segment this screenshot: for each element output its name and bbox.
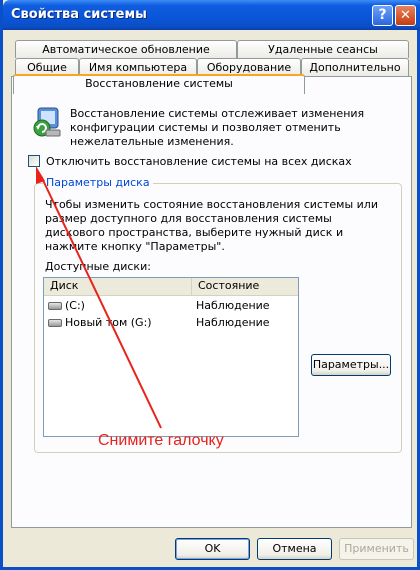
column-header-status[interactable]: Состояние [192, 278, 298, 295]
available-disks-label: Доступные диски: [45, 260, 151, 273]
ok-button[interactable]: OK [175, 538, 250, 560]
disk-settings-legend: Параметры диска [43, 176, 153, 189]
disk-name: Новый том (G:) [65, 316, 152, 329]
help-button[interactable]: ? [372, 5, 393, 26]
tab-label: Удаленные сеансы [268, 43, 378, 56]
column-header-disk[interactable]: Диск [44, 278, 192, 295]
disk-name: (C:) [65, 299, 85, 312]
hard-drive-icon [48, 302, 62, 310]
window-title: Свойства системы [11, 7, 147, 22]
system-properties-window: Свойства системы ? ✕ Автоматическое обно… [0, 0, 420, 570]
annotation-text: Снимите галочку [98, 432, 224, 449]
disk-status: Наблюдение [196, 316, 270, 329]
system-restore-icon [33, 107, 61, 137]
disks-list[interactable]: Диск Состояние (C:) Наблюдение Новый том… [43, 277, 299, 437]
disable-restore-checkbox-label[interactable]: Отключить восстановление системы на всех… [46, 155, 352, 168]
tab-label: Имя компьютера [88, 61, 188, 74]
close-button[interactable]: ✕ [395, 5, 416, 26]
close-icon: ✕ [400, 8, 411, 23]
tab-label: Общие [27, 61, 67, 74]
tab-automatic-updates[interactable]: Автоматическое обновление [15, 40, 237, 58]
list-item[interactable]: Новый том (G:) Наблюдение [44, 315, 298, 331]
tab-remote-sessions[interactable]: Удаленные сеансы [237, 40, 409, 58]
tab-label: Восстановление системы [85, 77, 233, 90]
system-restore-description: Восстановление системы отслеживает измен… [70, 107, 365, 148]
tab-system-restore[interactable]: Восстановление системы [13, 74, 305, 94]
disk-status: Наблюдение [196, 299, 270, 312]
cancel-button[interactable]: Отмена [257, 538, 332, 560]
disk-settings-button[interactable]: Параметры... [311, 354, 391, 376]
list-item[interactable]: (C:) Наблюдение [44, 298, 298, 314]
tab-label: Дополнительно [309, 61, 401, 74]
title-bar[interactable]: Свойства системы ? ✕ [3, 0, 420, 30]
tab-label: Автоматическое обновление [42, 43, 210, 56]
disk-settings-description: Чтобы изменить состояние восстановления … [45, 198, 378, 253]
help-icon: ? [378, 7, 387, 23]
tab-panel-system-restore: Восстановление системы отслеживает измен… [11, 76, 412, 528]
tab-advanced[interactable]: Дополнительно [301, 58, 409, 76]
tab-label: Оборудование [206, 61, 292, 74]
disk-settings-group: Параметры диска Чтобы изменить состояние… [34, 176, 402, 453]
hard-drive-icon [48, 319, 62, 327]
disks-list-header: Диск Состояние [44, 278, 298, 296]
disable-restore-checkbox[interactable] [28, 155, 40, 167]
apply-button[interactable]: Применить [339, 538, 414, 560]
